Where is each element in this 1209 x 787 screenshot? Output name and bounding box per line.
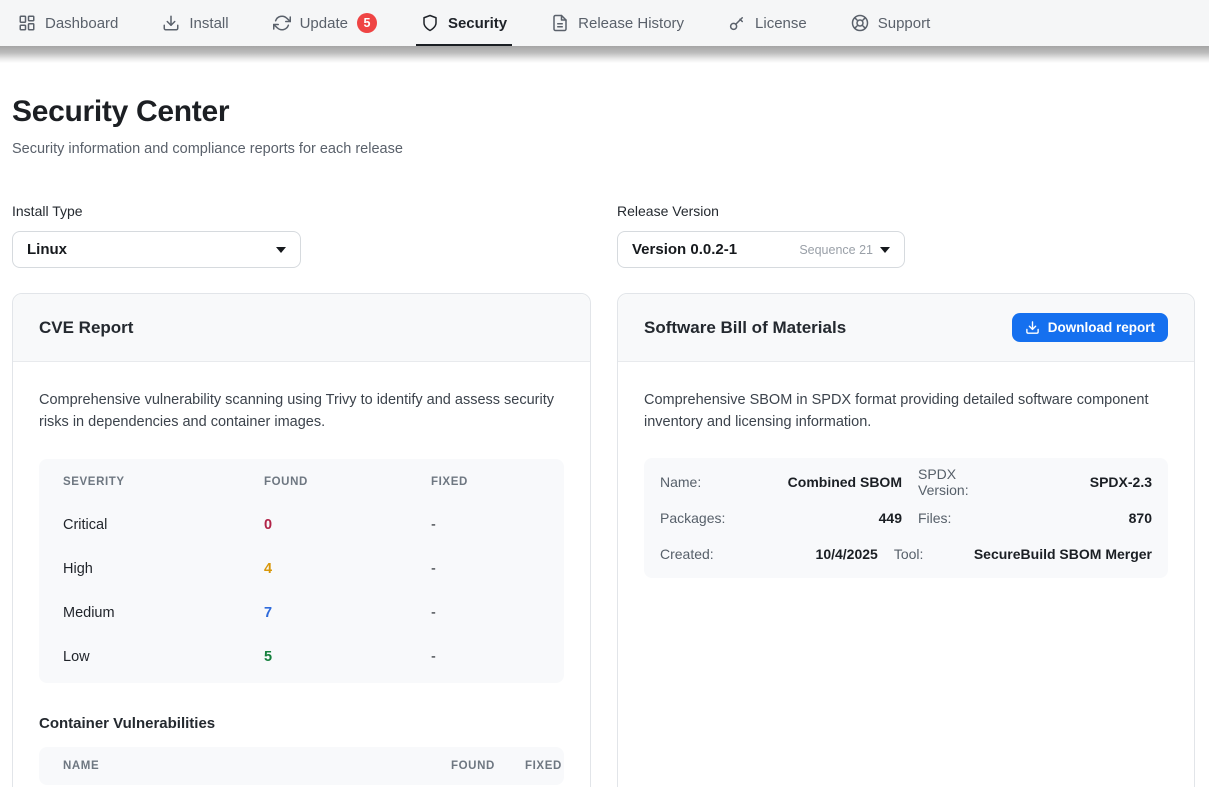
table-row: Low 5 - — [63, 635, 540, 679]
cve-card-header: CVE Report — [13, 294, 590, 362]
found-count: 5 — [264, 649, 431, 665]
detail-value: 10/4/2025 — [748, 546, 878, 562]
detail-label: SPDX Version: — [902, 466, 998, 498]
sequence-meta: Sequence 21 — [799, 243, 873, 257]
sbom-details-panel: Name: Combined SBOM SPDX Version: SPDX-2… — [644, 458, 1168, 578]
top-nav: Dashboard Install Update 5 Security Rele… — [0, 0, 1209, 46]
nav-tab-install[interactable]: Install — [162, 0, 228, 46]
table-row: Name: Combined SBOM SPDX Version: SPDX-2… — [660, 464, 1152, 500]
cve-card-title: CVE Report — [39, 318, 133, 338]
col-severity: SEVERITY — [63, 476, 264, 488]
cards-row: CVE Report Comprehensive vulnerability s… — [12, 293, 1195, 787]
release-version-filter: Release Version Version 0.0.2-1 Sequence… — [617, 203, 905, 268]
nav-tab-license[interactable]: License — [728, 0, 807, 46]
fixed-count: - — [431, 605, 540, 621]
install-type-value: Linux — [27, 241, 67, 258]
main-content: Security Center Security information and… — [0, 95, 1209, 787]
severity-name: Critical — [63, 517, 264, 533]
detail-value: Combined SBOM — [748, 474, 902, 490]
col-name: NAME — [63, 760, 451, 772]
chevron-down-icon — [276, 247, 286, 253]
dashboard-icon — [18, 14, 36, 32]
download-report-button[interactable]: Download report — [1012, 313, 1168, 342]
sbom-card: Software Bill of Materials Download repo… — [617, 293, 1195, 787]
severity-name: Low — [63, 649, 264, 665]
lifebuoy-icon — [851, 14, 869, 32]
detail-label: Name: — [660, 474, 748, 490]
key-icon — [728, 14, 746, 32]
nav-scroll-shadow — [0, 46, 1209, 63]
page-title: Security Center — [12, 95, 1195, 129]
sbom-card-header: Software Bill of Materials Download repo… — [618, 294, 1194, 362]
cve-report-card: CVE Report Comprehensive vulnerability s… — [12, 293, 591, 787]
sbom-description: Comprehensive SBOM in SPDX format provid… — [644, 390, 1168, 433]
page-subtitle: Security information and compliance repo… — [12, 141, 1195, 157]
filters-row: Install Type Linux Release Version Versi… — [12, 203, 1195, 268]
detail-value: SecureBuild SBOM Merger — [974, 546, 1152, 562]
release-version-value: Version 0.0.2-1 — [632, 241, 737, 258]
detail-value: 449 — [748, 510, 902, 526]
detail-label: Packages: — [660, 510, 748, 526]
install-type-label: Install Type — [12, 203, 301, 219]
release-version-select[interactable]: Version 0.0.2-1 Sequence 21 — [617, 231, 905, 268]
container-vulnerabilities-title: Container Vulnerabilities — [39, 715, 564, 732]
detail-label: Files: — [902, 510, 998, 526]
install-type-filter: Install Type Linux — [12, 203, 301, 268]
nav-tab-label: Dashboard — [45, 15, 118, 32]
download-icon — [162, 14, 180, 32]
col-found: FOUND — [451, 760, 525, 772]
nav-tab-label: Support — [878, 15, 931, 32]
fixed-count: - — [431, 561, 540, 577]
nav-tab-label: Install — [189, 15, 228, 32]
nav-tab-update[interactable]: Update 5 — [273, 0, 377, 46]
table-row: Medium 7 - — [63, 591, 540, 635]
table-row: High 4 - — [63, 547, 540, 591]
severity-table: SEVERITY FOUND FIXED Critical 0 - High 4… — [39, 459, 564, 683]
nav-tab-release-history[interactable]: Release History — [551, 0, 684, 46]
nav-tab-security[interactable]: Security — [421, 0, 507, 46]
update-count-badge: 5 — [357, 13, 377, 33]
shield-icon — [421, 14, 439, 32]
table-row: Packages: 449 Files: 870 — [660, 500, 1152, 536]
table-row: Critical 0 - — [63, 503, 540, 547]
found-count: 0 — [264, 517, 431, 533]
nav-tab-label: Release History — [578, 15, 684, 32]
col-found: FOUND — [264, 476, 431, 488]
detail-label: Created: — [660, 546, 748, 562]
download-report-label: Download report — [1048, 320, 1155, 335]
severity-table-header: SEVERITY FOUND FIXED — [63, 461, 540, 503]
col-fixed: FIXED — [431, 476, 540, 488]
detail-value: SPDX-2.3 — [998, 474, 1152, 490]
detail-value: 870 — [998, 510, 1152, 526]
col-fixed: FIXED — [525, 760, 562, 772]
severity-name: High — [63, 561, 264, 577]
release-version-label: Release Version — [617, 203, 905, 219]
nav-tab-support[interactable]: Support — [851, 0, 931, 46]
chevron-down-icon — [880, 247, 890, 253]
sbom-card-title: Software Bill of Materials — [644, 318, 846, 338]
detail-label: Tool: — [878, 546, 974, 562]
install-type-select[interactable]: Linux — [12, 231, 301, 268]
download-icon — [1025, 320, 1040, 335]
nav-tab-dashboard[interactable]: Dashboard — [18, 0, 118, 46]
nav-tab-label: Update — [300, 15, 348, 32]
table-row: Created: 10/4/2025 Tool: SecureBuild SBO… — [660, 536, 1152, 572]
found-count: 4 — [264, 561, 431, 577]
refresh-icon — [273, 14, 291, 32]
document-icon — [551, 14, 569, 32]
severity-name: Medium — [63, 605, 264, 621]
found-count: 7 — [264, 605, 431, 621]
container-vulnerabilities-header: NAME FOUND FIXED — [39, 747, 564, 785]
fixed-count: - — [431, 649, 540, 665]
nav-tab-label: License — [755, 15, 807, 32]
cve-description: Comprehensive vulnerability scanning usi… — [39, 390, 564, 433]
fixed-count: - — [431, 517, 540, 533]
nav-tab-label: Security — [448, 15, 507, 32]
